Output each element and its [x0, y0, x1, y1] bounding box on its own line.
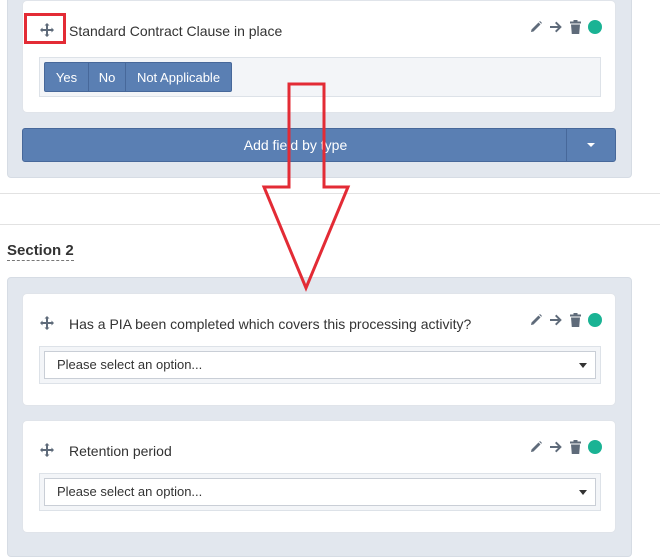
annotation-arrow	[261, 82, 351, 292]
